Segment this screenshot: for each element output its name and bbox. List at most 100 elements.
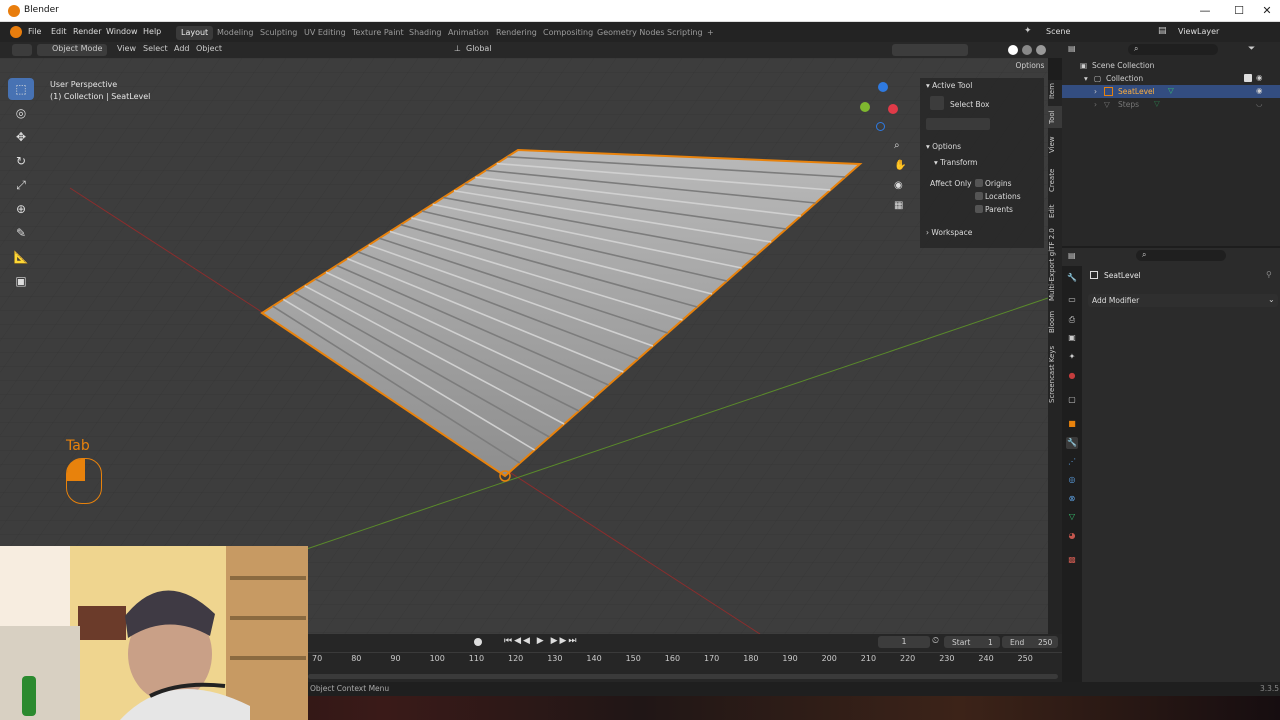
timeline-scrollbar[interactable] bbox=[308, 674, 1058, 679]
playback-controls[interactable]: ⏮◀◀ ▶ ▶▶⏭ bbox=[504, 636, 579, 646]
constraints-icon[interactable]: ⊗ bbox=[1066, 493, 1078, 505]
z-axis-icon[interactable] bbox=[878, 82, 888, 92]
outliner-item-seatlevel[interactable]: › SeatLevel ▽ ◉ bbox=[1062, 85, 1280, 98]
exclude-checkbox[interactable] bbox=[1244, 74, 1252, 82]
ortho-grid-icon[interactable]: ▦ bbox=[894, 200, 903, 211]
add-workspace-button[interactable]: + bbox=[702, 26, 719, 40]
visibility-eye-icon[interactable]: ◉ bbox=[1256, 86, 1263, 95]
pin-icon[interactable]: ⚲ bbox=[1266, 270, 1272, 279]
view-layer-selector[interactable]: ViewLayer bbox=[1178, 27, 1219, 36]
menu-view[interactable]: View bbox=[117, 44, 136, 53]
zoom-icon[interactable]: ⌕ bbox=[894, 140, 900, 151]
tab-view[interactable]: View bbox=[1048, 134, 1062, 156]
view-layer-icon[interactable]: ▣ bbox=[1066, 332, 1078, 344]
origins-checkbox[interactable] bbox=[975, 179, 983, 187]
properties-search-input[interactable] bbox=[1136, 250, 1226, 261]
annotate-tool-icon[interactable]: ✎ bbox=[8, 222, 34, 244]
physics-icon[interactable]: ◎ bbox=[1066, 474, 1078, 486]
menu-help[interactable]: Help bbox=[143, 27, 161, 36]
tab-modeling[interactable]: Modeling bbox=[212, 26, 258, 40]
menu-render[interactable]: Render bbox=[73, 27, 101, 36]
outliner-item-steps[interactable]: › ▽ Steps ▽ ◡ bbox=[1062, 98, 1280, 111]
options-dropdown[interactable]: Options bbox=[1014, 60, 1046, 72]
camera-view-icon[interactable]: ◉ bbox=[894, 180, 903, 191]
selection-mode-buttons[interactable] bbox=[926, 118, 990, 130]
tab-screencast-keys[interactable]: Screencast Keys bbox=[1048, 342, 1062, 406]
collection-icon[interactable]: ▢ bbox=[1066, 394, 1078, 406]
tab-animation[interactable]: Animation bbox=[443, 26, 494, 40]
modifier-wrench-icon[interactable]: 🔧 bbox=[1066, 437, 1078, 449]
render-icon[interactable]: ▭ bbox=[1066, 294, 1078, 306]
mesh-data-icon[interactable]: ▽ bbox=[1066, 511, 1078, 523]
output-icon[interactable]: ⎙ bbox=[1066, 314, 1078, 326]
scene-icon[interactable]: ✦ bbox=[1066, 351, 1078, 363]
world-icon[interactable]: ● bbox=[1066, 370, 1078, 382]
tab-tool[interactable]: Tool bbox=[1048, 106, 1062, 128]
tab-uv-editing[interactable]: UV Editing bbox=[299, 26, 351, 40]
transform-header[interactable]: ▾ Transform bbox=[934, 158, 977, 167]
locations-checkbox[interactable] bbox=[975, 192, 983, 200]
outliner-type-icon[interactable]: ▤ bbox=[1068, 44, 1084, 54]
scene-collection-row[interactable]: ▣ Scene Collection bbox=[1062, 59, 1280, 72]
tab-scripting[interactable]: Scripting bbox=[662, 26, 708, 40]
visibility-eye-icon[interactable]: ◉ bbox=[1256, 73, 1263, 82]
menu-edit[interactable]: Edit bbox=[51, 27, 67, 36]
hidden-eye-icon[interactable]: ◡ bbox=[1256, 99, 1263, 108]
end-frame-field[interactable]: End 250 bbox=[1002, 636, 1058, 648]
neg-z-axis-icon[interactable] bbox=[876, 122, 885, 131]
transform-tool-icon[interactable]: ⊕ bbox=[8, 198, 34, 220]
expand-arrow-icon[interactable]: ▾ bbox=[1084, 74, 1088, 83]
tab-compositing[interactable]: Compositing bbox=[538, 26, 598, 40]
menu-file[interactable]: File bbox=[28, 27, 41, 36]
minimize-button[interactable]: — bbox=[1190, 4, 1220, 17]
tab-sculpting[interactable]: Sculpting bbox=[255, 26, 302, 40]
select-box-icon[interactable] bbox=[930, 96, 944, 110]
clock-icon[interactable]: ⏲ bbox=[932, 636, 939, 646]
filter-icon[interactable]: ⏷ bbox=[1248, 44, 1255, 54]
active-tool-header[interactable]: ▾ Active Tool bbox=[926, 81, 972, 90]
material-shading-icon[interactable] bbox=[1022, 45, 1032, 55]
tab-create[interactable]: Create bbox=[1048, 164, 1062, 196]
parents-checkbox[interactable] bbox=[975, 205, 983, 213]
collection-row[interactable]: ▾ ▢ Collection ◉ bbox=[1062, 72, 1280, 85]
tab-geometry-nodes[interactable]: Geometry Nodes bbox=[592, 26, 669, 40]
tab-shading[interactable]: Shading bbox=[404, 26, 447, 40]
menu-window[interactable]: Window bbox=[106, 27, 138, 36]
tool-settings-icon[interactable]: 🔧 bbox=[1066, 272, 1078, 284]
material-icon[interactable]: ◕ bbox=[1066, 530, 1078, 542]
scale-tool-icon[interactable]: ⤢ bbox=[8, 174, 34, 196]
options-header[interactable]: ▾ Options bbox=[926, 142, 961, 151]
navigation-gizmo[interactable] bbox=[858, 82, 908, 132]
tab-texture-paint[interactable]: Texture Paint bbox=[347, 26, 409, 40]
maximize-button[interactable]: ☐ bbox=[1224, 4, 1254, 17]
expand-arrow-icon[interactable]: › bbox=[1094, 100, 1097, 109]
transform-orientation-dropdown[interactable]: Global bbox=[466, 44, 492, 53]
particles-icon[interactable]: ⋰ bbox=[1066, 456, 1078, 468]
tab-bloom[interactable]: Bloom bbox=[1048, 308, 1062, 336]
cursor-tool-icon[interactable]: ◎ bbox=[8, 102, 34, 124]
scene-selector[interactable]: Scene bbox=[1046, 27, 1070, 36]
expand-arrow-icon[interactable]: › bbox=[1094, 87, 1097, 96]
editor-type-button[interactable] bbox=[12, 44, 32, 56]
select-box-tool-icon[interactable]: ⬚ bbox=[8, 78, 34, 100]
tab-multi-export[interactable]: Multi-Export glTF 2.0 bbox=[1048, 228, 1062, 302]
texture-icon[interactable]: ▩ bbox=[1066, 554, 1078, 566]
y-axis-icon[interactable] bbox=[860, 102, 870, 112]
add-cube-tool-icon[interactable]: ▣ bbox=[8, 270, 34, 292]
current-frame-field[interactable]: 1 bbox=[878, 636, 930, 648]
move-tool-icon[interactable]: ✥ bbox=[8, 126, 34, 148]
tab-layout[interactable]: Layout bbox=[176, 26, 214, 40]
workspace-header[interactable]: › Workspace bbox=[926, 228, 972, 237]
blender-menu-icon[interactable] bbox=[10, 26, 22, 38]
tab-rendering[interactable]: Rendering bbox=[491, 26, 542, 40]
render-shading-icon[interactable] bbox=[1036, 45, 1046, 55]
record-icon[interactable] bbox=[474, 638, 482, 646]
rotate-tool-icon[interactable]: ↻ bbox=[8, 150, 34, 172]
object-icon[interactable]: ■ bbox=[1066, 418, 1078, 430]
close-button[interactable]: ✕ bbox=[1252, 4, 1280, 17]
tab-edit[interactable]: Edit bbox=[1048, 200, 1062, 222]
menu-add[interactable]: Add bbox=[174, 44, 190, 53]
menu-object[interactable]: Object bbox=[196, 44, 222, 53]
x-axis-icon[interactable] bbox=[888, 104, 898, 114]
menu-select[interactable]: Select bbox=[143, 44, 168, 53]
